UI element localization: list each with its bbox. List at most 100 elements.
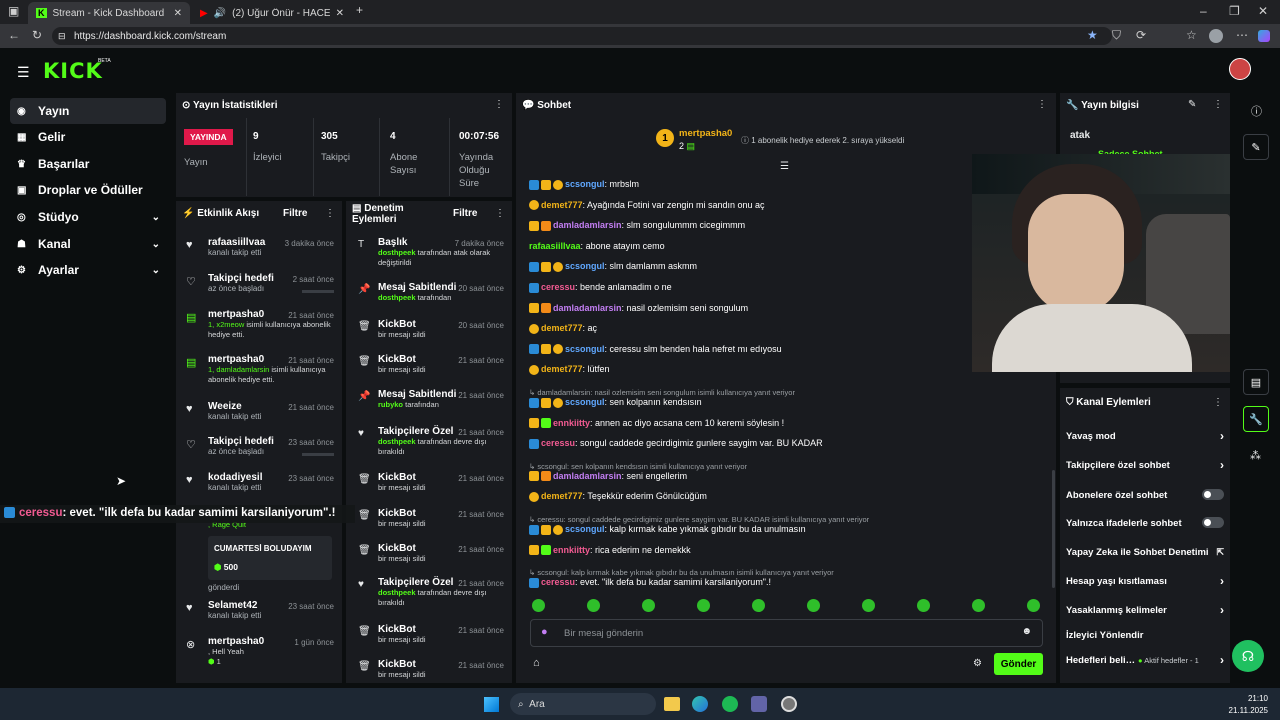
app-icon[interactable]	[781, 696, 797, 712]
maximize-icon[interactable]: ❐	[1229, 4, 1240, 18]
file-explorer-icon[interactable]	[664, 697, 680, 711]
chat-message[interactable]: scsongul: sen kolpanın kendsısın	[529, 397, 702, 408]
chat-username[interactable]: ceressu	[541, 282, 575, 292]
emotes-only-item[interactable]: Yalnızca ifadelerle sohbet	[1066, 517, 1224, 529]
chat-message[interactable]: scsongul: slm damlamm askmm	[529, 261, 697, 273]
copilot-icon[interactable]	[1258, 30, 1270, 42]
collections-icon[interactable]: ☆	[1186, 28, 1197, 42]
raid-item[interactable]: İzleyici Yönlendir	[1066, 630, 1224, 641]
windows-start-icon[interactable]	[484, 697, 499, 712]
moderation-filter-button[interactable]: Filtre	[453, 208, 477, 219]
chat-username[interactable]: scsongul	[565, 397, 605, 407]
emote-icon[interactable]	[697, 599, 710, 612]
apps-icon[interactable]: ⁂	[1250, 449, 1261, 462]
emote-icon[interactable]	[752, 599, 765, 612]
stats-menu-icon[interactable]: ⋮	[494, 99, 504, 110]
activity-filter-button[interactable]: Filtre	[283, 208, 307, 219]
chat-settings-icon[interactable]: ⚙	[973, 658, 982, 669]
slow-mode-item[interactable]: Yavaş mod ›	[1066, 429, 1224, 443]
tools-rail-button[interactable]: 🔧	[1243, 406, 1269, 432]
info-icon[interactable]: ⓘ	[1251, 103, 1262, 119]
stream-info-menu-icon[interactable]: ⋮	[1213, 99, 1223, 110]
microphone-icon[interactable]: ●	[541, 626, 548, 638]
back-icon[interactable]: ←	[8, 28, 20, 42]
sidebar-item-studyo[interactable]: ◎ Stüdyo ⌄	[10, 204, 166, 230]
expand-pinned-icon[interactable]: ☰	[780, 161, 789, 172]
subscribers-only-item[interactable]: Abonelere özel sohbet	[1066, 489, 1224, 501]
chat-message[interactable]: rafaasiillvaa: abone atayım cemo	[529, 241, 665, 251]
user-avatar[interactable]	[1229, 58, 1251, 80]
edit-rail-button[interactable]: ✎	[1243, 134, 1269, 160]
chat-username[interactable]: demet777	[541, 200, 583, 210]
leaderboard-user[interactable]: mertpasha0	[679, 128, 732, 139]
chat-username[interactable]: rafaasiillvaa	[529, 241, 581, 251]
sidebar-item-ayarlar[interactable]: ⚙ Ayarlar ⌄	[10, 257, 166, 283]
extensions-icon[interactable]: ⟳	[1136, 28, 1146, 42]
chat-message[interactable]: demet777: lütfen	[529, 364, 610, 376]
channel-actions-menu-icon[interactable]: ⋮	[1213, 397, 1223, 408]
sidebar-item-kanal[interactable]: ☗ Kanal ⌄	[10, 231, 166, 257]
browser-tab-youtube[interactable]: ▶ 🔊 (2) Uğur Önür - HACEL OBA… ✕	[192, 2, 352, 24]
support-button[interactable]: ☊	[1232, 640, 1264, 672]
chat-username[interactable]: damladamlarsin	[553, 303, 622, 313]
emoji-picker-icon[interactable]: ☻	[1021, 626, 1032, 637]
emote-icon[interactable]	[972, 599, 985, 612]
activity-menu-icon[interactable]: ⋮	[325, 208, 335, 219]
followers-only-item[interactable]: Takipçilere özel sohbet ›	[1066, 458, 1224, 472]
account-age-item[interactable]: Hesap yaşı kısıtlaması ›	[1066, 574, 1224, 588]
chat-username[interactable]: demet777	[541, 491, 583, 501]
chat-message[interactable]: damladamlarsin: nasil ozlemisim seni son…	[529, 303, 748, 314]
emote-icon[interactable]	[642, 599, 655, 612]
chat-username[interactable]: ceressu	[541, 438, 575, 448]
emote-icon[interactable]	[587, 599, 600, 612]
chat-username[interactable]: ceressu	[541, 577, 575, 587]
browser-tab-kick[interactable]: K Stream - Kick Dashboard ✕	[28, 2, 190, 24]
taskbar-search[interactable]: ⌕ Ara	[510, 693, 656, 715]
favorite-star-icon[interactable]: ★	[1087, 28, 1098, 42]
chat-message[interactable]: demet777: Teşekkür ederim Gönülcüğüm	[529, 491, 707, 503]
close-window-icon[interactable]: ✕	[1258, 4, 1268, 18]
goals-item[interactable]: Hedefleri beli… ● Aktif hedefler - 1 ›	[1066, 653, 1224, 667]
edge-browser-icon[interactable]	[692, 696, 708, 712]
chat-message[interactable]: scsongul: ceressu slm benden hala nefret…	[529, 344, 782, 355]
spotify-icon[interactable]	[722, 696, 738, 712]
url-field[interactable]: ⊟ https://dashboard.kick.com/stream	[52, 27, 1112, 45]
emote-icon[interactable]	[917, 599, 930, 612]
chat-message[interactable]: ceressu: evet. "ilk defa bu kadar samimi…	[529, 577, 771, 588]
sidebar-item-yayin[interactable]: ◉ Yayın	[10, 98, 166, 124]
emote-icon[interactable]	[862, 599, 875, 612]
chat-username[interactable]: demet777	[541, 323, 583, 333]
refresh-icon[interactable]: ↻	[32, 28, 42, 42]
panel-rail-button[interactable]: ▤	[1243, 369, 1269, 395]
close-icon[interactable]: ✕	[174, 8, 182, 19]
shield-icon[interactable]: ⛉	[1112, 28, 1121, 43]
emote-icon[interactable]	[532, 599, 545, 612]
kick-logo[interactable]: KICK	[43, 59, 103, 83]
window-menu-icon[interactable]: ▣	[8, 4, 19, 18]
chat-username[interactable]: scsongul	[565, 261, 605, 271]
chat-message[interactable]: damladamlarsin: seni engellerim	[529, 471, 687, 482]
profile-avatar[interactable]	[1209, 29, 1223, 43]
chat-message[interactable]: ennkiitty: annen ac diyo acsana cem 10 k…	[529, 418, 784, 429]
chat-menu-icon[interactable]: ⋮	[1037, 99, 1047, 110]
chat-message[interactable]: ceressu: songul caddede gecirdigimiz gun…	[529, 438, 823, 449]
store-icon[interactable]: ⌂	[533, 657, 540, 669]
emotes-only-toggle[interactable]	[1202, 517, 1224, 528]
site-info-icon[interactable]: ⊟	[58, 31, 66, 42]
chat-message[interactable]: scsongul: kalp kırmak kabe yıkmak gıbıdı…	[529, 524, 806, 535]
chat-input[interactable]: ● Bir mesaj gönderin ☻	[530, 619, 1043, 647]
banned-words-item[interactable]: Yasaklanmış kelimeler ›	[1066, 603, 1224, 617]
chat-message[interactable]: scsongul: mrbslm	[529, 179, 639, 190]
sidebar-item-basarilar[interactable]: ♛ Başarılar	[10, 151, 166, 177]
sidebar-item-gelir[interactable]: ▦ Gelir	[10, 124, 166, 150]
chat-username[interactable]: damladamlarsin	[553, 220, 622, 230]
ai-moderation-item[interactable]: Yapay Zeka ile Sohbet Denetimi ⇱	[1066, 547, 1224, 558]
subscribers-only-toggle[interactable]	[1202, 489, 1224, 500]
moderation-menu-icon[interactable]: ⋮	[495, 208, 505, 219]
emote-icon[interactable]	[807, 599, 820, 612]
chat-username[interactable]: scsongul	[565, 344, 605, 354]
send-button[interactable]: Gönder	[994, 653, 1043, 675]
chat-username[interactable]: demet777	[541, 364, 583, 374]
hamburger-menu-icon[interactable]: ☰	[17, 64, 30, 81]
chat-message[interactable]: damladamlarsin: slm songulummm cicegimmm	[529, 220, 745, 231]
